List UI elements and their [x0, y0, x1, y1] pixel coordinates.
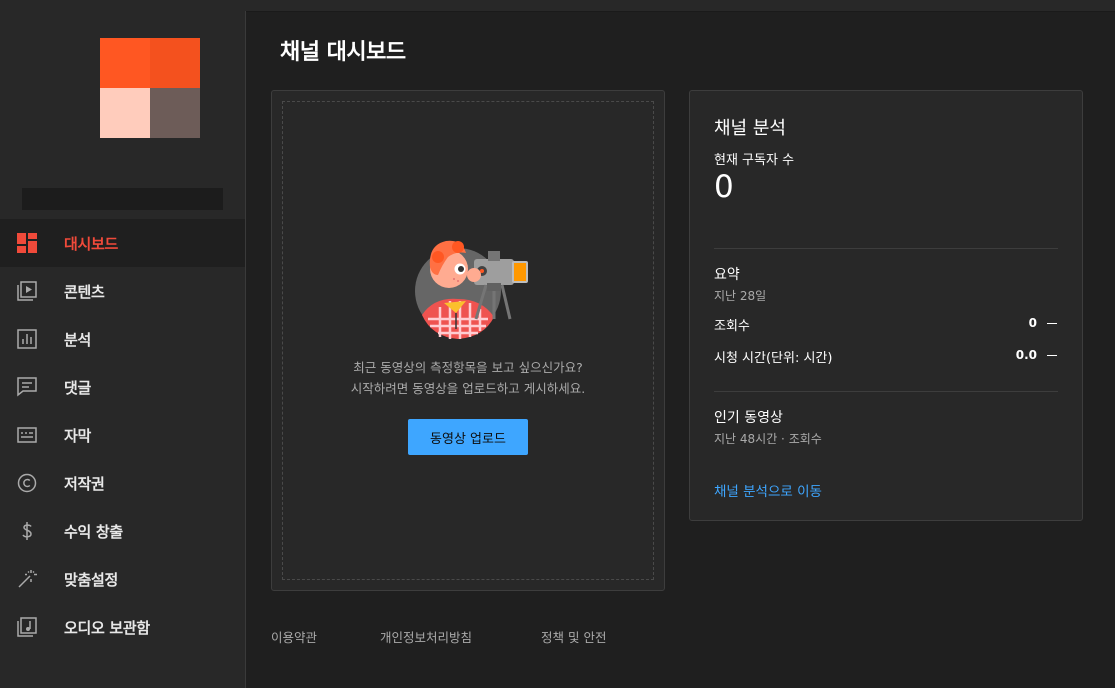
views-label: 조회수 — [714, 319, 750, 334]
sidebar-item-label: 댓글 — [64, 378, 92, 397]
top-videos-title: 인기 동영상 — [714, 410, 783, 426]
upload-message: 최근 동영상의 측정항목을 보고 싶으신가요? 시작하려면 동영상을 업로드하고… — [272, 357, 664, 399]
sidebar-item-label: 오디오 보관함 — [64, 618, 150, 637]
avatar-tile — [150, 38, 200, 88]
avatar-tile — [100, 88, 150, 138]
sidebar-item-label: 자막 — [64, 426, 92, 445]
terms-link[interactable]: 이용약관 — [271, 627, 317, 646]
sidebar-item-audio-library[interactable]: 오디오 보관함 — [0, 603, 245, 651]
policy-link[interactable]: 정책 및 안전 — [541, 627, 606, 646]
sidebar-item-customization[interactable]: 맞춤설정 — [0, 555, 245, 603]
monetization-icon — [16, 520, 38, 542]
sidebar-item-copyright[interactable]: 저작권 — [0, 459, 245, 507]
subtitles-icon — [16, 424, 38, 446]
upload-card: 최근 동영상의 측정항목을 보고 싶으신가요? 시작하려면 동영상을 업로드하고… — [271, 90, 665, 591]
analytics-icon — [16, 328, 38, 350]
video-library-icon — [16, 280, 38, 302]
top-videos-sub: 지난 48시간 · 조회수 — [714, 432, 822, 446]
upload-message-line1: 최근 동영상의 측정항목을 보고 싶으신가요? — [353, 360, 583, 375]
sidebar-item-label: 대시보드 — [64, 234, 119, 253]
page-title: 채널 대시보드 — [280, 40, 406, 65]
go-to-analytics-link[interactable]: 채널 분석으로 이동 — [714, 480, 822, 500]
sidebar: 대시보드 콘텐츠 분석 댓글 자막 저작권 수익 창출 맞춤설정 오디오 보관함 — [0, 11, 246, 688]
copyright-icon — [16, 472, 38, 494]
summary-title: 요약 — [714, 267, 740, 283]
divider — [714, 391, 1058, 392]
subscribers-count: 0 — [714, 169, 734, 205]
views-trend-dash — [1047, 323, 1057, 324]
channel-name-placeholder — [22, 188, 223, 210]
sidebar-item-label: 저작권 — [64, 474, 105, 493]
divider — [714, 248, 1058, 249]
sidebar-item-comments[interactable]: 댓글 — [0, 363, 245, 411]
sidebar-nav: 대시보드 콘텐츠 분석 댓글 자막 저작권 수익 창출 맞춤설정 오디오 보관함 — [0, 219, 245, 651]
upload-message-line2: 시작하려면 동영상을 업로드하고 게시하세요. — [350, 381, 586, 396]
sidebar-item-label: 콘텐츠 — [64, 282, 105, 301]
watch-time-label: 시청 시간(단위: 시간) — [714, 351, 833, 366]
sidebar-item-dashboard[interactable]: 대시보드 — [0, 219, 245, 267]
avatar-tile — [100, 38, 150, 88]
sidebar-item-content[interactable]: 콘텐츠 — [0, 267, 245, 315]
camera-operator-illustration — [404, 231, 540, 351]
sidebar-item-analytics[interactable]: 분석 — [0, 315, 245, 363]
comments-icon — [16, 376, 38, 398]
customization-wand-icon — [16, 568, 38, 590]
watch-time-trend-dash — [1047, 355, 1057, 356]
subscribers-label: 현재 구독자 수 — [714, 153, 795, 168]
upload-video-button[interactable]: 동영상 업로드 — [408, 419, 528, 455]
sidebar-item-monetization[interactable]: 수익 창출 — [0, 507, 245, 555]
sidebar-item-subtitles[interactable]: 자막 — [0, 411, 245, 459]
sidebar-item-label: 맞춤설정 — [64, 570, 119, 589]
views-value: 0 — [1028, 316, 1037, 330]
channel-analytics-card: 채널 분석 현재 구독자 수 0 요약 지난 28일 조회수 0 시청 시간(단… — [689, 90, 1083, 521]
analytics-card-title: 채널 분석 — [714, 118, 786, 139]
summary-period: 지난 28일 — [714, 289, 767, 303]
privacy-link[interactable]: 개인정보처리방침 — [380, 627, 472, 646]
avatar-tile — [150, 88, 200, 138]
audio-library-icon — [16, 616, 38, 638]
sidebar-item-label: 분석 — [64, 330, 92, 349]
watch-time-value: 0.0 — [1015, 348, 1037, 362]
dashboard-icon — [16, 232, 38, 254]
channel-avatar[interactable] — [100, 38, 200, 138]
sidebar-item-label: 수익 창출 — [64, 522, 123, 541]
